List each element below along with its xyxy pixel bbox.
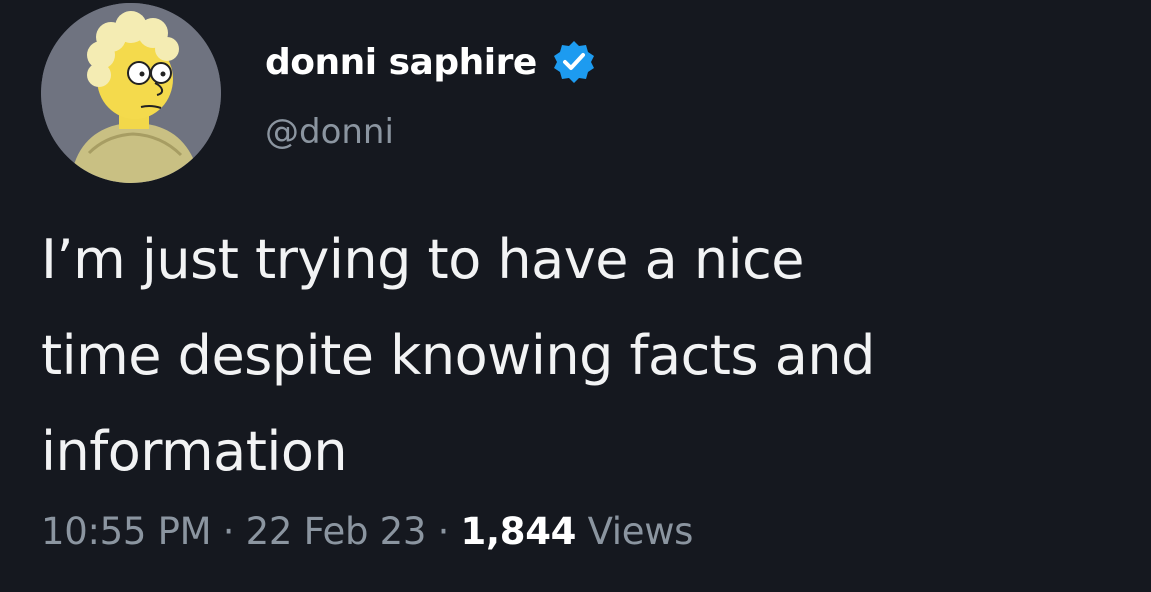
avatar[interactable] — [41, 3, 221, 183]
meta-separator: · — [222, 510, 235, 553]
tweet-time[interactable]: 10:55 PM — [41, 510, 212, 553]
display-name[interactable]: donni saphire — [265, 42, 537, 83]
views-count[interactable]: 1,844 — [461, 510, 577, 553]
tweet-meta: 10:55 PM · 22 Feb 23 · 1,844 Views — [41, 510, 693, 553]
views-label[interactable]: Views — [588, 510, 694, 553]
user-handle[interactable]: @donni — [265, 112, 394, 152]
tweet-text-line: time despite knowing facts and — [41, 324, 875, 387]
tweet-text-line: information — [41, 420, 348, 483]
tweet-date[interactable]: 22 Feb 23 — [246, 510, 427, 553]
tweet-text: I’m just trying to have a nice time desp… — [41, 212, 1131, 500]
tweet-card: donni saphire @donni I’m just trying to … — [0, 0, 1151, 592]
cartoon-character-avatar-icon — [41, 3, 221, 183]
display-name-row: donni saphire — [265, 34, 597, 90]
verified-badge-icon — [551, 39, 597, 85]
tweet-text-line: I’m just trying to have a nice — [41, 228, 805, 291]
meta-separator: · — [437, 510, 450, 553]
